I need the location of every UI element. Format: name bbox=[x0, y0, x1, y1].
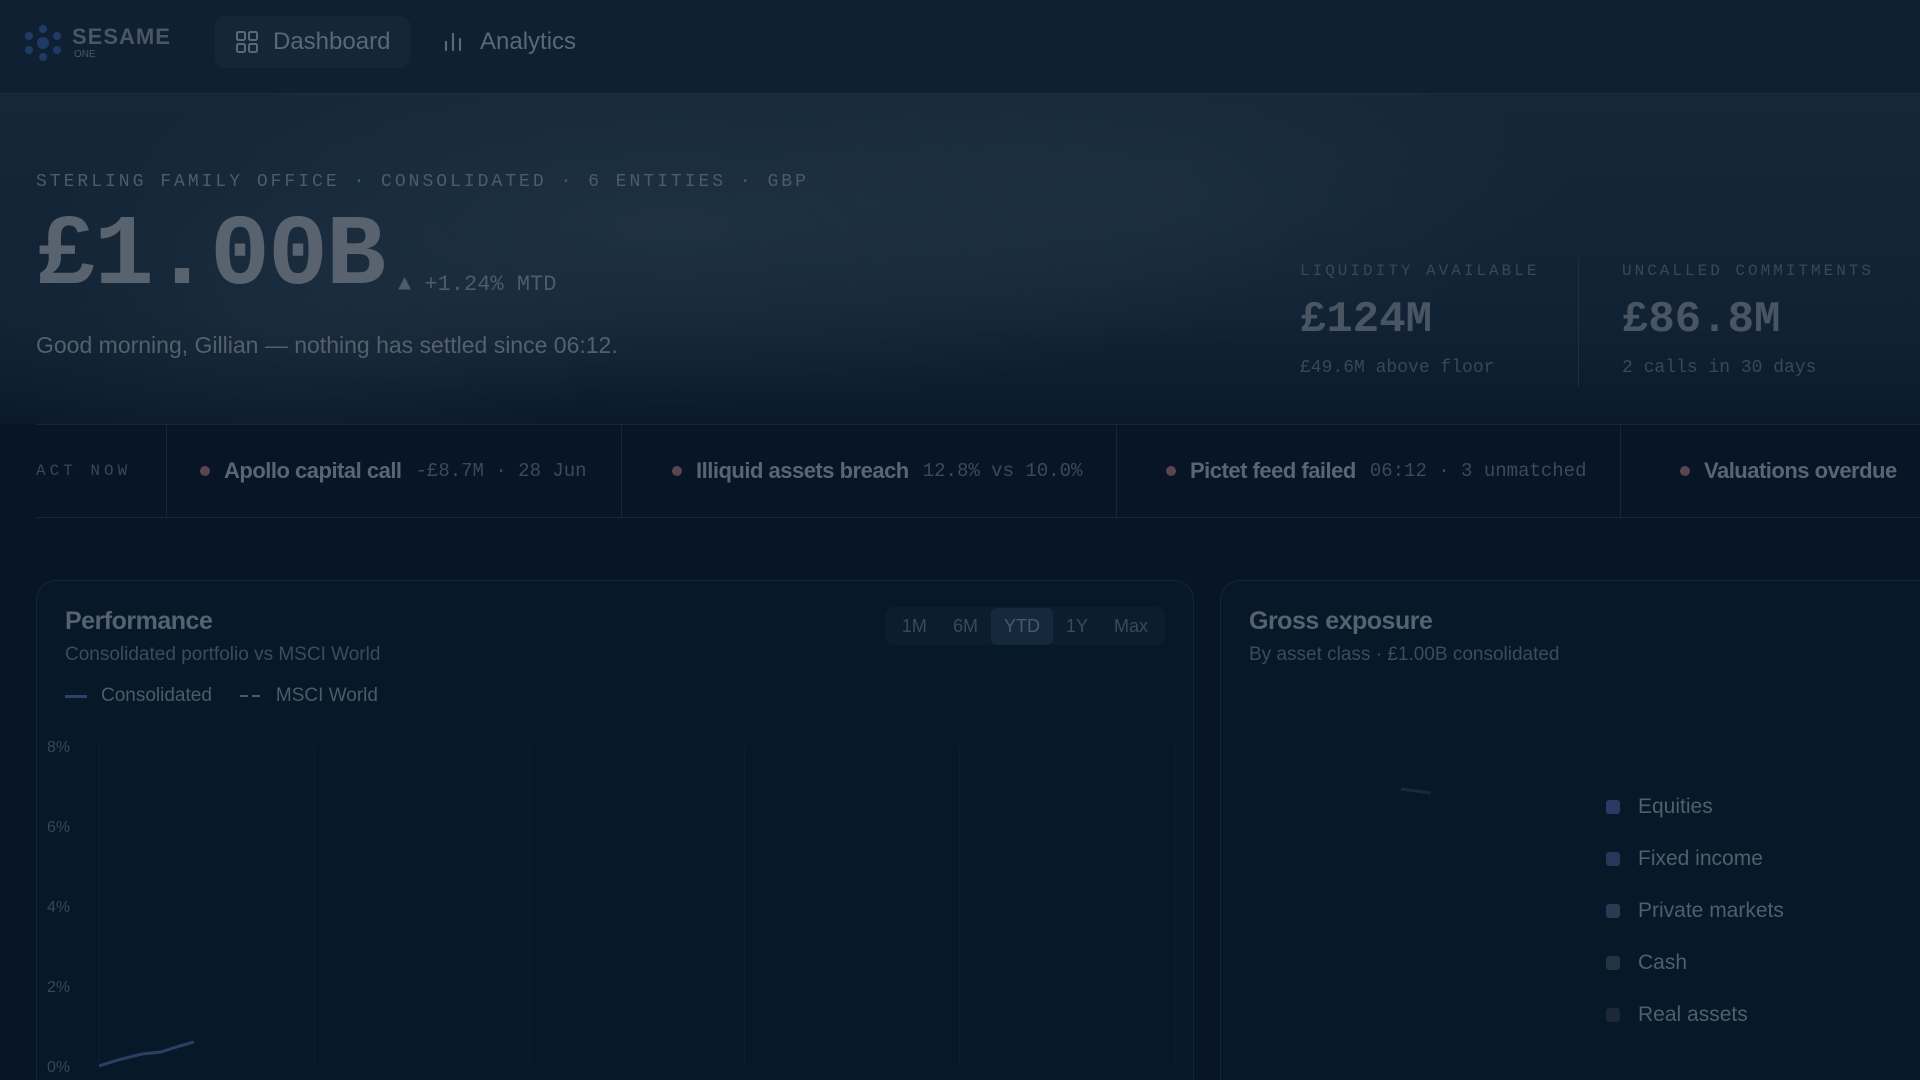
stat-divider bbox=[1578, 258, 1579, 386]
act-now-label: ACT NOW bbox=[36, 425, 167, 517]
action-item[interactable]: Apollo capital call -£8.7M · 28 Jun bbox=[166, 425, 622, 517]
legend-label: Equities bbox=[1638, 795, 1713, 818]
stat-value: £124M bbox=[1300, 295, 1433, 345]
stat-label: UNCALLED COMMITMENTS bbox=[1622, 262, 1875, 280]
action-item[interactable]: Pictet feed failed 06:12 · 3 unmatched bbox=[1132, 425, 1622, 517]
greeting-text: Good morning, Gillian — nothing has sett… bbox=[36, 332, 618, 358]
brand-sub: ONE bbox=[74, 49, 96, 60]
legend-label: Real assets bbox=[1638, 1003, 1748, 1026]
exposure-legend: Equities Fixed income Private markets Cash R… bbox=[1606, 781, 1784, 1041]
stat-uncalled: UNCALLED COMMITMENTS £86.8M 2 calls in 3… bbox=[1622, 262, 1874, 378]
legend-swatch bbox=[1606, 956, 1620, 970]
legend-swatch bbox=[1606, 852, 1620, 866]
donut-chart-fragment bbox=[1401, 787, 1432, 795]
tab-dashboard-label: Dashboard bbox=[273, 28, 391, 55]
exposure-legend-item[interactable]: Private markets bbox=[1606, 885, 1784, 937]
legend-swatch bbox=[1606, 1008, 1620, 1022]
performance-chart: 8% 6% 4% 2% 0% bbox=[47, 739, 1176, 1076]
legend-label: Fixed income bbox=[1638, 847, 1763, 870]
action-detail: 06:12 · 3 unmatched bbox=[1369, 460, 1587, 482]
page: SESAME ONE Dashboard Analytics STERLING … bbox=[0, 0, 1920, 1080]
stat-note: £49.6M above floor bbox=[1300, 358, 1495, 378]
act-now-strip: ACT NOW Apollo capital call -£8.7M · 28 … bbox=[36, 424, 1920, 518]
exposure-legend-item[interactable]: Cash bbox=[1606, 937, 1784, 989]
bar-chart-icon bbox=[444, 32, 462, 52]
alert-dot-icon bbox=[1680, 466, 1690, 476]
brand-name: SESAME bbox=[72, 24, 171, 49]
alert-dot-icon bbox=[672, 466, 682, 476]
performance-card: Performance Consolidated portfolio vs MS… bbox=[36, 580, 1194, 1080]
portfolio-value: £1.00B bbox=[36, 201, 386, 314]
action-title: Illiquid assets breach bbox=[696, 458, 909, 483]
stat-value: £86.8M bbox=[1622, 295, 1781, 345]
exposure-subtitle: By asset class · £1.00B consolidated bbox=[1249, 644, 1560, 665]
portfolio-change: ▲ +1.24% MTD bbox=[398, 272, 557, 297]
action-item[interactable]: Valuations overdue bbox=[1646, 425, 1920, 517]
logo-mark-icon bbox=[22, 22, 64, 64]
action-item[interactable]: Illiquid assets breach 12.8% vs 10.0% bbox=[638, 425, 1118, 517]
tab-dashboard[interactable]: Dashboard bbox=[215, 16, 411, 68]
alert-dot-icon bbox=[1166, 466, 1176, 476]
tab-analytics[interactable]: Analytics bbox=[422, 16, 596, 68]
legend-label: Private markets bbox=[1638, 899, 1784, 922]
legend-label: Cash bbox=[1638, 951, 1688, 974]
y-tick-label: 6% bbox=[47, 819, 70, 836]
stat-label: LIQUIDITY AVAILABLE bbox=[1300, 262, 1540, 280]
series-line-consolidated bbox=[98, 1040, 195, 1068]
alert-dot-icon bbox=[200, 466, 210, 476]
grid-icon bbox=[236, 31, 258, 53]
exposure-title: Gross exposure bbox=[1249, 607, 1433, 635]
y-tick-label: 8% bbox=[47, 739, 70, 756]
exposure-legend-item[interactable]: Real assets bbox=[1606, 989, 1784, 1041]
action-title: Apollo capital call bbox=[224, 458, 402, 483]
hero-subtitle: STERLING FAMILY OFFICE · CONSOLIDATED · … bbox=[36, 172, 809, 192]
y-tick-label: 0% bbox=[47, 1059, 70, 1076]
y-tick-label: 4% bbox=[47, 899, 70, 916]
action-detail: -£8.7M · 28 Jun bbox=[415, 460, 587, 482]
top-bar: SESAME ONE Dashboard Analytics bbox=[0, 0, 1920, 94]
legend-swatch bbox=[1606, 904, 1620, 918]
y-tick-label: 2% bbox=[47, 979, 70, 996]
exposure-legend-item[interactable]: Equities bbox=[1606, 781, 1784, 833]
exposure-legend-item[interactable]: Fixed income bbox=[1606, 833, 1784, 885]
stat-liquidity: LIQUIDITY AVAILABLE £124M £49.6M above f… bbox=[1300, 262, 1539, 378]
legend-swatch bbox=[1606, 800, 1620, 814]
brand-logo[interactable]: SESAME ONE bbox=[22, 22, 171, 64]
action-title: Valuations overdue bbox=[1704, 458, 1897, 483]
action-detail: 12.8% vs 10.0% bbox=[922, 460, 1083, 482]
exposure-card: Gross exposure By asset class · £1.00B c… bbox=[1220, 580, 1920, 1080]
action-title: Pictet feed failed bbox=[1190, 458, 1356, 483]
stat-note: 2 calls in 30 days bbox=[1622, 358, 1817, 378]
tab-analytics-label: Analytics bbox=[480, 28, 577, 55]
